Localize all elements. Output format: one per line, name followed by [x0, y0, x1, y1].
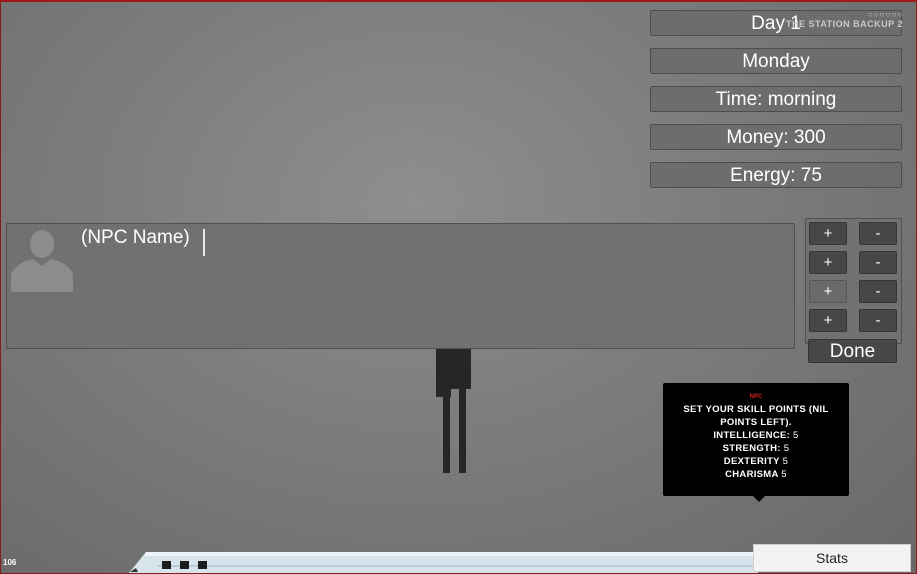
toolbar-slot-3 [198, 561, 207, 569]
energy-display: Energy: 75 [650, 162, 902, 188]
npc-tooltip: NPC SET YOUR SKILL POINTS (NIL POINTS LE… [663, 383, 849, 502]
npc-avatar-icon [11, 230, 73, 292]
charisma-plus-button[interactable]: + [809, 309, 847, 332]
intelligence-minus-button[interactable]: - [859, 222, 897, 245]
dexterity-plus-button[interactable]: + [809, 280, 847, 303]
robot-leg-left [443, 389, 450, 473]
tooltip-stat-dexterity: DEXTERITY 5 [723, 456, 789, 467]
time-display: Time: morning [650, 86, 902, 112]
robot-character [436, 349, 471, 389]
tooltip-message: SET YOUR SKILL POINTS (NIL POINTS LEFT). [683, 404, 829, 428]
toolbar-slot-1 [162, 561, 171, 569]
tooltip-stat-strength: STRENGTH: 5 [722, 443, 790, 454]
robot-leg-right [459, 389, 466, 473]
charisma-minus-button[interactable]: - [859, 309, 897, 332]
dialog-box: (NPC Name) [6, 223, 795, 349]
tooltip-stat-intelligence: INTELLIGENCE: 5 [713, 430, 799, 441]
weekday-display: Monday [650, 48, 902, 74]
done-button[interactable]: Done [808, 339, 897, 363]
npc-name-input[interactable]: (NPC Name) [81, 227, 190, 249]
text-cursor [203, 229, 205, 256]
toolbar-slot-2 [180, 561, 189, 569]
skill-panel: + - + - + - + - [805, 218, 902, 344]
watermark-title: THE STATION BACKUP 2 [785, 19, 903, 29]
tooltip-speaker: NPC [749, 394, 763, 400]
tooltip-stat-charisma: CHARISMA 5 [725, 469, 787, 480]
money-display: Money: 300 [650, 124, 902, 150]
watermark-dots: ○○○○○○ [868, 10, 903, 19]
dexterity-minus-button[interactable]: - [859, 280, 897, 303]
stats-button[interactable]: Stats [753, 544, 911, 572]
intelligence-plus-button[interactable]: + [809, 222, 847, 245]
strength-minus-button[interactable]: - [859, 251, 897, 274]
fps-counter: 106 [3, 558, 17, 567]
game-watermark: ○○○○○○ THE STATION BACKUP 2 [786, 10, 903, 29]
strength-plus-button[interactable]: + [809, 251, 847, 274]
bottom-toolbar [128, 552, 758, 574]
